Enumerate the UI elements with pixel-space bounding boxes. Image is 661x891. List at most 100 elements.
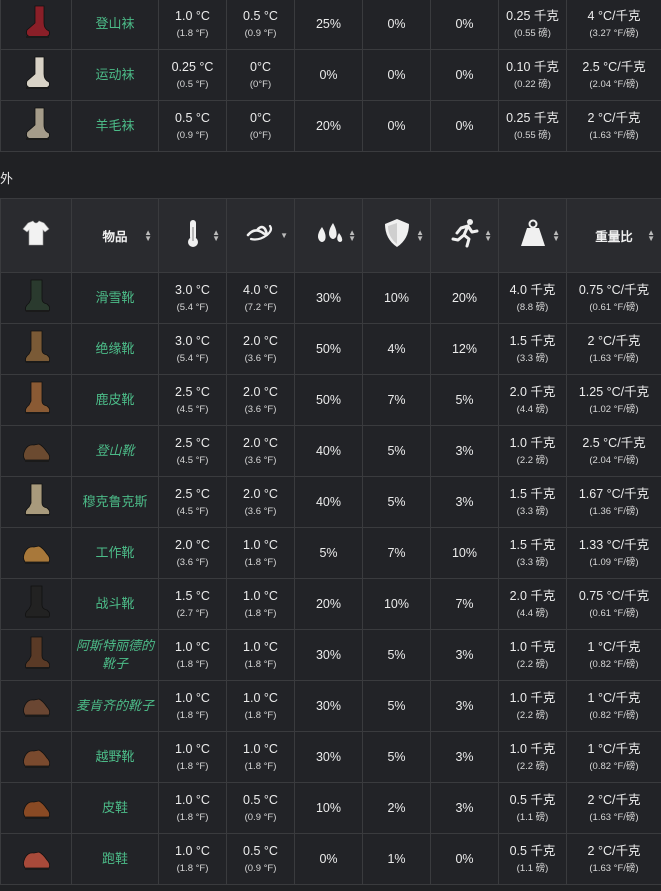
windproof-value: 2.0 °C	[243, 384, 278, 399]
col-header-weight[interactable]: ▲ ▼	[498, 198, 567, 273]
weight-cell: 2.0 千克 (4.4 磅)	[498, 578, 567, 630]
protection-cell: 7%	[362, 527, 431, 579]
sock-icon	[26, 5, 50, 38]
water-resistance-value: 30%	[315, 750, 342, 764]
weight-ratio-imperial: (2.04 °F/磅)	[589, 78, 639, 90]
item-name-link[interactable]: 登山靴	[73, 442, 158, 460]
table-row: 战斗靴 1.5 °C (2.7 °F) 1.0 °C (1.8 °F) 20% 10% 7% 2…	[0, 578, 661, 630]
table-row: 工作靴 2.0 °C (3.6 °F) 1.0 °C (1.8 °F) 5% 7% 10% 1.…	[0, 527, 661, 579]
weight-imperial: (3.3 磅)	[516, 556, 549, 568]
water-resistance-value: 40%	[315, 495, 342, 509]
weight-ratio-value: 1 °C/千克	[587, 741, 641, 756]
warmth-value: 2.5 °C	[175, 486, 210, 501]
item-thumb-cell	[0, 374, 72, 426]
item-name-cell: 越野靴	[71, 731, 159, 783]
item-thumb-cell	[0, 0, 72, 50]
sort-arrows-icon[interactable]: ▲ ▼	[552, 228, 560, 242]
protection-cell: 5%	[362, 731, 431, 783]
warmth-cell: 1.0 °C (1.8 °F)	[158, 731, 227, 783]
col-header-wind[interactable]: ▼	[226, 198, 295, 273]
item-thumb-cell	[0, 731, 72, 783]
warmth-imperial: (2.7 °F)	[176, 607, 209, 619]
item-thumb-cell	[0, 782, 72, 834]
item-thumb-cell	[0, 527, 72, 579]
col-header-icon	[0, 198, 72, 273]
protection-value: 5%	[387, 699, 406, 713]
water-resistance-value: 20%	[315, 119, 342, 133]
water-resistance-value: 5%	[319, 546, 338, 560]
protection-value: 10%	[383, 291, 410, 305]
weight-cell: 1.5 千克 (3.3 磅)	[498, 323, 567, 375]
col-header-item[interactable]: 物品 ▲ ▼	[71, 198, 159, 273]
weight-ratio-value: 2.5 °C/千克	[582, 59, 646, 74]
item-name-link[interactable]: 麦肯齐的靴子	[73, 697, 158, 715]
item-name-link[interactable]: 滑雪靴	[73, 289, 158, 307]
water-resistance-value: 40%	[315, 444, 342, 458]
col-header-mobility[interactable]: ▲ ▼	[430, 198, 499, 273]
warmth-imperial: (4.5 °F)	[176, 454, 209, 466]
mobility-cell: 3%	[430, 476, 499, 528]
item-name-link[interactable]: 鹿皮靴	[73, 391, 158, 409]
sort-arrows-icon[interactable]: ▲ ▼	[348, 228, 356, 242]
item-name-link[interactable]: 皮鞋	[73, 799, 158, 817]
col-header-ratio[interactable]: 重量比 ▲ ▼	[566, 198, 661, 273]
weight-ratio-value: 2 °C/千克	[587, 843, 641, 858]
windproof-value: 2.0 °C	[243, 486, 278, 501]
warmth-value: 1.0 °C	[175, 690, 210, 705]
sort-arrows-icon[interactable]: ▲ ▼	[647, 228, 655, 242]
weight-ratio-value: 1 °C/千克	[587, 639, 641, 654]
item-name-link[interactable]: 羊毛袜	[73, 117, 158, 135]
item-name-link[interactable]: 战斗靴	[73, 595, 158, 613]
item-name-link[interactable]: 登山袜	[73, 15, 158, 33]
col-header-warmth[interactable]: ▲ ▼	[158, 198, 227, 273]
sort-arrows-icon[interactable]: ▲ ▼	[144, 228, 152, 242]
item-name-link[interactable]: 跑鞋	[73, 850, 158, 868]
warmth-value: 1.0 °C	[175, 843, 210, 858]
windproof-cell: 2.0 °C (3.6 °F)	[226, 374, 295, 426]
weight-ratio-value: 2 °C/千克	[587, 333, 641, 348]
item-name-cell: 绝缘靴	[71, 323, 159, 375]
item-thumb-cell	[0, 425, 72, 477]
item-name-link[interactable]: 阿斯特丽德的 靴子	[73, 637, 158, 673]
sort-arrows-icon[interactable]: ▲ ▼	[416, 228, 424, 242]
boot-icon	[25, 381, 51, 414]
item-name-link[interactable]: 工作靴	[73, 544, 158, 562]
runner-icon	[451, 219, 478, 248]
windproof-cell: 2.0 °C (3.6 °F)	[226, 425, 295, 477]
weight-value: 0.25 千克	[506, 8, 559, 23]
protection-value: 7%	[387, 393, 406, 407]
item-name-link[interactable]: 穆克鲁克斯	[73, 493, 158, 511]
water-resistance-cell: 0%	[294, 49, 363, 101]
weight-imperial: (3.3 磅)	[516, 352, 549, 364]
warmth-value: 2.0 °C	[175, 537, 210, 552]
boot-icon	[25, 483, 51, 516]
warmth-value: 1.0 °C	[175, 639, 210, 654]
warmth-imperial: (1.8 °F)	[176, 760, 209, 772]
windproof-cell: 1.0 °C (1.8 °F)	[226, 680, 295, 732]
weight-imperial: (0.55 磅)	[514, 129, 551, 141]
protection-cell: 5%	[362, 476, 431, 528]
sort-arrows-icon[interactable]: ▲ ▼	[484, 228, 492, 242]
protection-value: 0%	[387, 68, 406, 82]
weight-ratio-imperial: (1.63 °F/磅)	[589, 811, 639, 823]
table-row: 登山袜 1.0 °C (1.8 °F) 0.5 °C (0.9 °F) 25% 0% 0% 0.…	[0, 0, 661, 50]
item-name-link[interactable]: 运动袜	[73, 66, 158, 84]
weight-ratio-value: 0.75 °C/千克	[578, 282, 650, 297]
water-resistance-cell: 25%	[294, 0, 363, 50]
water-resistance-value: 30%	[315, 699, 342, 713]
weight-imperial: (4.4 磅)	[516, 403, 549, 415]
weight-ratio-imperial: (0.82 °F/磅)	[589, 760, 639, 772]
item-name-link[interactable]: 越野靴	[73, 748, 158, 766]
weight-cell: 1.0 千克 (2.2 磅)	[498, 629, 567, 681]
sort-arrows-icon[interactable]: ▲ ▼	[212, 228, 220, 242]
weight-value: 1.0 千克	[509, 741, 556, 756]
sort-arrow-icon[interactable]: ▼	[280, 231, 288, 239]
weight-ratio-value: 2.5 °C/千克	[582, 435, 646, 450]
windproof-cell: 1.0 °C (1.8 °F)	[226, 629, 295, 681]
windproof-imperial: (0.9 °F)	[244, 862, 277, 874]
mobility-value: 20%	[451, 291, 478, 305]
col-header-protection[interactable]: ▲ ▼	[362, 198, 431, 273]
item-name-link[interactable]: 绝缘靴	[73, 340, 158, 358]
windproof-cell: 0.5 °C (0.9 °F)	[226, 833, 295, 885]
col-header-water[interactable]: ▲ ▼	[294, 198, 363, 273]
